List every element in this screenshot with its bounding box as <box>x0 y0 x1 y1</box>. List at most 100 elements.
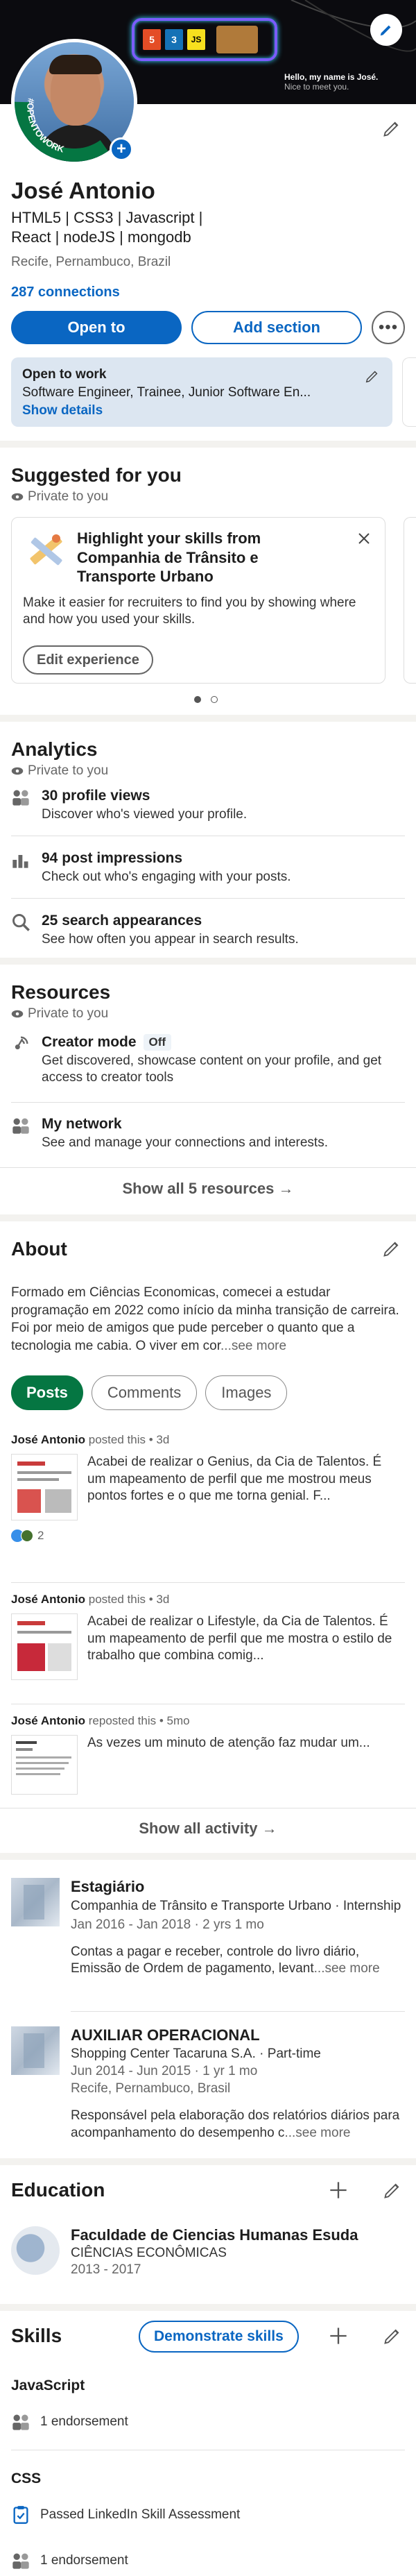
creator-mode-status-badge: Off <box>143 1034 172 1051</box>
analytics-item-search-appearances[interactable]: 25 search appearances See how often you … <box>11 913 405 948</box>
carousel-dot-active[interactable] <box>194 696 201 703</box>
school-logo <box>11 2226 60 2275</box>
banner-hello-text: Hello, my name is José. Nice to meet you… <box>284 72 378 92</box>
post-author: José Antonio <box>11 1433 86 1446</box>
analytics-item-title: 30 profile views <box>42 788 150 804</box>
open-to-button[interactable]: Open to <box>11 311 182 344</box>
about-text: Formado em Ciências Economicas, comecei … <box>11 1284 406 1355</box>
school-name: Faculdade de Ciencias Humanas Esuda <box>71 2226 358 2244</box>
edit-experience-button[interactable]: Edit experience <box>23 645 153 675</box>
people-icon <box>12 2553 29 2569</box>
skill-assessment-row[interactable]: Passed LinkedIn Skill Assessment <box>11 2505 240 2525</box>
activity-post[interactable]: José Antonio posted this • 3d Acabei de … <box>11 1593 405 1697</box>
eye-icon <box>11 1010 24 1018</box>
about-see-more[interactable]: ...see more <box>220 1339 286 1353</box>
profile-headline: HTML5 | CSS3 | Javascript | React | node… <box>11 209 203 246</box>
divider <box>0 1167 416 1168</box>
pencil-icon <box>383 121 399 137</box>
analytics-item-post-impressions[interactable]: 94 post impressions Check out who's enga… <box>11 850 405 886</box>
html5-icon: 5 <box>143 29 161 50</box>
analytics-item-profile-views[interactable]: 30 profile views Discover who's viewed y… <box>11 788 405 823</box>
my-network-title: My network <box>42 1116 122 1132</box>
experience-see-more[interactable]: ...see more <box>314 1961 380 1976</box>
open-to-work-box[interactable]: Open to work Software Engineer, Trainee,… <box>11 357 392 427</box>
education-item[interactable]: Faculdade de Ciencias Humanas Esuda CIÊN… <box>11 2226 405 2278</box>
demonstrate-skills-button[interactable]: Demonstrate skills <box>139 2321 299 2353</box>
carousel-dot[interactable] <box>211 696 218 703</box>
skill-name[interactable]: JavaScript <box>11 2378 85 2394</box>
post-thumbnail <box>11 1454 78 1520</box>
eye-icon <box>11 493 24 501</box>
experience-description: Responsável pela elaboração dos relatóri… <box>71 2108 404 2142</box>
reaction-count: 2 <box>37 1529 44 1542</box>
skill-endorsement-row[interactable]: 1 endorsement <box>11 2412 128 2432</box>
experience-section: Estagiário Companhia de Trânsito e Trans… <box>0 1860 416 2158</box>
skill-name[interactable]: CSS <box>11 2471 41 2487</box>
experience-item[interactable]: Estagiário Companhia de Trânsito e Trans… <box>11 1878 405 1978</box>
activity-post[interactable]: José Antonio posted this • 3d Acabei de … <box>11 1433 405 1572</box>
connections-link[interactable]: 287 connections <box>11 285 120 300</box>
skill-detail-text: 1 endorsement <box>40 2553 128 2568</box>
private-to-you: Private to you <box>11 1006 405 1022</box>
tab-posts[interactable]: Posts <box>11 1375 83 1410</box>
suggestion-card[interactable]: Highlight your skills from Companhia de … <box>11 517 385 684</box>
add-skill-button[interactable] <box>326 2323 351 2348</box>
ellipsis-icon: ••• <box>378 318 399 337</box>
show-details-link[interactable]: Show details <box>22 403 381 418</box>
experience-item[interactable]: AUXILIAR OPERACIONAL Shopping Center Tac… <box>11 2026 405 2142</box>
suggested-section: Suggested for you Private to you Highlig… <box>0 448 416 715</box>
profile-top-card: 5 3 JS Hello, my name is José. Nice to m… <box>0 0 416 441</box>
skill-detail-text: Passed LinkedIn Skill Assessment <box>40 2507 241 2522</box>
add-education-button[interactable] <box>326 2178 351 2203</box>
open-to-work-roles: Software Engineer, Trainee, Junior Softw… <box>22 385 311 400</box>
analytics-item-subtitle: Discover who's viewed your profile. <box>42 807 248 822</box>
resource-item-my-network[interactable]: My network See and manage your connectio… <box>11 1116 405 1151</box>
activity-tabs: Posts Comments Images <box>11 1375 288 1410</box>
laptop-illustration-icon <box>216 26 258 53</box>
divider <box>11 1102 405 1103</box>
tab-comments[interactable]: Comments <box>91 1375 198 1410</box>
creator-mode-title: Creator mode <box>42 1034 137 1050</box>
post-reactions[interactable]: 2 <box>11 1529 405 1543</box>
post-author: José Antonio <box>11 1714 86 1727</box>
skill-endorsement-row[interactable]: 1 endorsement <box>11 2551 128 2570</box>
about-activity-section: About Formado em Ciências Economicas, co… <box>0 1221 416 1853</box>
show-all-resources-link[interactable]: Show all 5 resources → <box>0 1180 416 1198</box>
post-thumbnail <box>11 1735 78 1795</box>
edit-banner-button[interactable] <box>370 14 402 46</box>
pencil-icon <box>384 2329 399 2344</box>
assessment-check-icon <box>13 2506 28 2524</box>
skills-title: Skills <box>11 2325 62 2346</box>
private-label: Private to you <box>28 489 109 504</box>
edit-skills-button[interactable] <box>380 2323 405 2348</box>
tab-images[interactable]: Images <box>205 1375 288 1410</box>
people-icon <box>12 1118 29 1134</box>
private-label: Private to you <box>28 1006 109 1021</box>
post-author-line: José Antonio reposted this • 5mo <box>11 1714 405 1728</box>
dismiss-suggestion-button[interactable] <box>356 530 372 547</box>
edit-intro-button[interactable] <box>380 117 404 140</box>
show-all-activity-link[interactable]: Show all activity → <box>0 1820 416 1838</box>
experience-dates: Jun 2014 - Jun 2015 · 1 yr 1 mo <box>71 2064 258 2078</box>
eye-icon <box>11 767 24 775</box>
divider <box>11 1582 405 1583</box>
plus-icon: + <box>116 139 126 158</box>
add-photo-button[interactable]: + <box>110 137 133 161</box>
suggested-title: Suggested for you <box>11 464 182 486</box>
resource-item-creator-mode[interactable]: Creator mode Off Get discovered, showcas… <box>11 1034 405 1086</box>
post-text: Acabei de realizar o Genius, da Cia de T… <box>87 1455 382 1504</box>
post-text: Acabei de realizar o Lifestyle, da Cia d… <box>87 1614 392 1663</box>
activity-post[interactable]: José Antonio reposted this • 5mo As veze… <box>11 1714 405 1797</box>
edit-open-to-work-button[interactable] <box>363 367 381 385</box>
analytics-item-title: 25 search appearances <box>42 913 202 929</box>
add-section-button[interactable]: Add section <box>191 311 362 344</box>
edit-education-button[interactable] <box>380 2178 405 2203</box>
post-action: reposted this • 5mo <box>85 1714 190 1727</box>
experience-see-more[interactable]: ...see more <box>284 2126 350 2140</box>
edit-about-button[interactable] <box>380 1237 404 1260</box>
post-text: As vezes um minuto de atenção faz mudar … <box>87 1736 370 1750</box>
company-logo <box>11 2026 60 2075</box>
private-to-you: Private to you <box>11 489 405 505</box>
more-actions-button[interactable]: ••• <box>372 311 405 344</box>
banner-hello-line2: Nice to meet you. <box>284 82 349 92</box>
